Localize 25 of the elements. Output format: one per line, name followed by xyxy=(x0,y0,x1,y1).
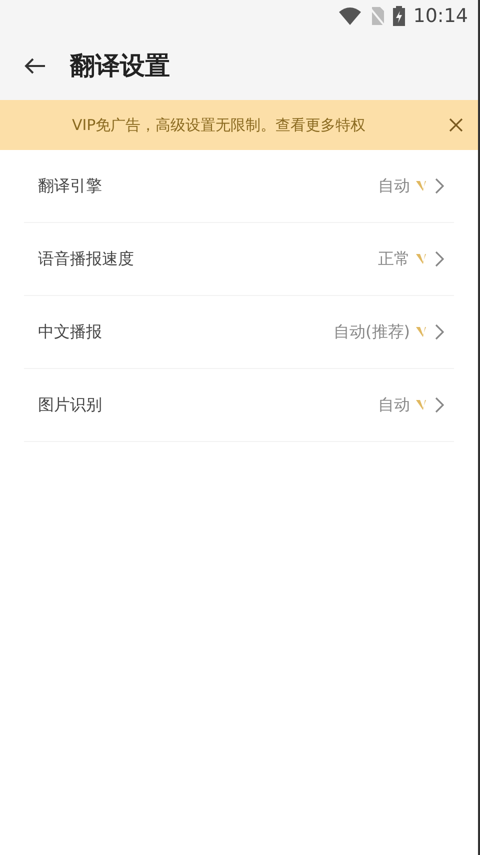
vip-banner[interactable]: VIP免广告，高级设置无限制。查看更多特权 xyxy=(0,100,478,150)
setting-row[interactable]: 翻译引擎 自动 xyxy=(24,150,454,223)
chevron-right-icon xyxy=(434,397,444,413)
setting-value: 正常 xyxy=(378,248,410,270)
close-icon xyxy=(449,118,463,132)
setting-row[interactable]: 图片识别 自动 xyxy=(24,369,454,442)
clock: 10:14 xyxy=(413,4,468,29)
chevron-right-icon xyxy=(434,324,444,340)
setting-value: 自动 xyxy=(378,175,410,197)
chevron-right-icon xyxy=(434,251,444,267)
setting-label: 图片识别 xyxy=(38,394,102,416)
banner-text: VIP免广告，高级设置无限制。查看更多特权 xyxy=(72,114,366,136)
no-sim-icon xyxy=(369,6,386,26)
setting-value: 自动(推荐) xyxy=(334,321,410,343)
battery-charging-icon xyxy=(393,6,406,26)
setting-label: 中文播报 xyxy=(38,321,102,343)
setting-label: 翻译引擎 xyxy=(38,175,102,197)
page-title: 翻译设置 xyxy=(70,50,170,82)
setting-row[interactable]: 语音播报速度 正常 xyxy=(24,223,454,296)
chevron-right-icon xyxy=(434,178,444,194)
setting-row[interactable]: 中文播报 自动(推荐) xyxy=(24,296,454,369)
setting-label: 语音播报速度 xyxy=(38,248,134,270)
setting-value: 自动 xyxy=(378,394,410,416)
wifi-icon xyxy=(339,7,362,25)
back-arrow-icon xyxy=(24,57,46,75)
